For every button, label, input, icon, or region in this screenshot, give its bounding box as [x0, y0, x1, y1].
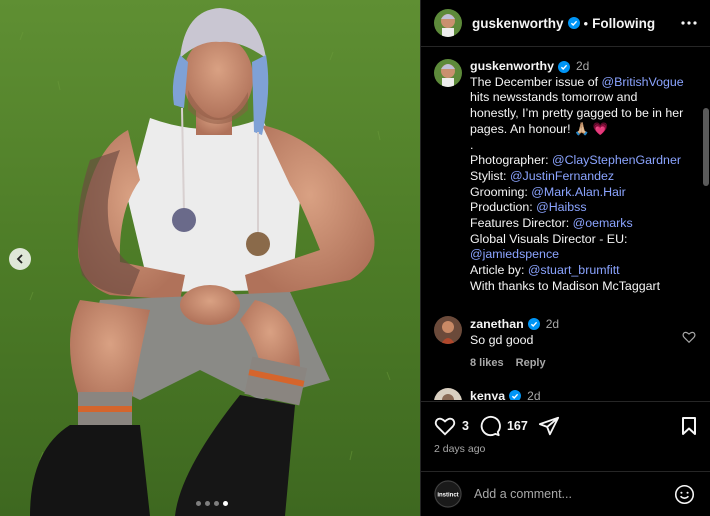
credit-label: Global Visuals Director - EU: [470, 231, 628, 246]
credit-label: Features Director: [470, 216, 573, 231]
comments-scroll-area[interactable]: guskenworthy 2d The December issue of @B… [421, 48, 710, 400]
mention-link[interactable]: @oemarks [573, 216, 633, 230]
caption-line: hits newsstands tomorrow and [470, 90, 638, 105]
post-header: guskenworthy • Following [421, 0, 710, 47]
commenter-username[interactable]: zanethan [470, 316, 524, 332]
like-comment-heart-icon[interactable] [682, 330, 696, 344]
mention-link[interactable]: @ClayStephenGardner [552, 153, 681, 167]
current-user-avatar-text: instinct [437, 493, 458, 499]
share-send-icon[interactable] [538, 415, 560, 437]
mention-link[interactable]: @Haibss [536, 200, 586, 214]
post-actions: 3 167 2 days ago [421, 401, 710, 471]
chevron-left-icon [16, 254, 23, 264]
header-separator: • [583, 15, 589, 31]
carousel-dot [205, 501, 210, 506]
carousel-indicator [196, 501, 228, 506]
caption-username[interactable]: guskenworthy [470, 59, 554, 75]
carousel-dot [196, 501, 201, 506]
credit-label: Article by: [470, 263, 528, 278]
post-photo[interactable] [0, 0, 420, 516]
verified-badge-icon [509, 390, 522, 400]
comment-timestamp[interactable]: 2d [546, 316, 559, 332]
mention-link[interactable]: @stuart_brumfitt [528, 263, 620, 277]
like-count[interactable]: 3 [462, 419, 469, 433]
comment-count[interactable]: 167 [507, 419, 528, 433]
carousel-dot-active [223, 501, 228, 506]
mention-link[interactable]: @Mark.Alan.Hair [531, 185, 626, 199]
caption-text: guskenworthy 2d The December issue of @B… [470, 59, 696, 295]
verified-badge-icon [527, 318, 540, 330]
emoji-picker-icon[interactable] [674, 484, 695, 505]
commenter-avatar[interactable] [434, 316, 462, 344]
photo-scene [0, 0, 420, 516]
more-options-icon[interactable] [679, 13, 699, 33]
following-button[interactable]: Following [592, 16, 655, 31]
current-user-avatar: instinct [434, 480, 462, 508]
caption-line: honestly, I’m pretty gagged to be in her [470, 106, 684, 121]
author-username[interactable]: guskenworthy [472, 16, 564, 31]
commenter-avatar[interactable] [434, 388, 462, 400]
caption-line: pages. An honour! 🙏🏼 💗 [470, 121, 609, 136]
caption-line: The December issue of [470, 74, 602, 89]
verified-badge-icon [567, 17, 580, 29]
verified-badge-icon [558, 60, 570, 73]
credit-label: Production: [470, 200, 537, 215]
add-comment-input[interactable] [474, 487, 674, 501]
credit-label: Stylist: [470, 168, 510, 183]
save-bookmark-icon[interactable] [679, 416, 699, 436]
credit-label: Grooming: [470, 184, 532, 199]
author-avatar[interactable] [434, 9, 462, 37]
caption-dot: . [470, 137, 474, 152]
comment-item: kenya 2d [434, 388, 696, 400]
previous-photo-button[interactable] [9, 248, 31, 270]
post-sidebar: guskenworthy • Following guskenworthy 2d… [420, 0, 710, 516]
mention-link[interactable]: @BritishVogue [602, 75, 684, 89]
caption-timestamp[interactable]: 2d [576, 59, 589, 75]
scrollbar[interactable] [703, 108, 709, 186]
comment-timestamp[interactable]: 2d [527, 388, 540, 400]
add-comment-bar: instinct [421, 471, 710, 516]
post-timestamp[interactable]: 2 days ago [434, 443, 485, 455]
mention-link[interactable]: @JustinFernandez [510, 169, 614, 183]
comment-bubble-icon[interactable] [479, 415, 501, 437]
mention-link[interactable]: @jamiedspence [470, 247, 559, 261]
comment-item: zanethan 2d So gd good 8 likes Reply [434, 316, 696, 371]
carousel-dot [214, 501, 219, 506]
author-avatar[interactable] [434, 59, 462, 87]
caption-line: With thanks to Madison McTaggart [470, 278, 661, 293]
comment-text: So gd good [470, 333, 534, 347]
commenter-username[interactable]: kenya [470, 388, 505, 400]
comment-likes[interactable]: 8 likes [470, 355, 504, 371]
like-heart-icon[interactable] [434, 415, 456, 437]
post-caption: guskenworthy 2d The December issue of @B… [434, 59, 696, 295]
credit-label: Photographer: [470, 153, 552, 168]
comment-reply-button[interactable]: Reply [516, 355, 546, 371]
